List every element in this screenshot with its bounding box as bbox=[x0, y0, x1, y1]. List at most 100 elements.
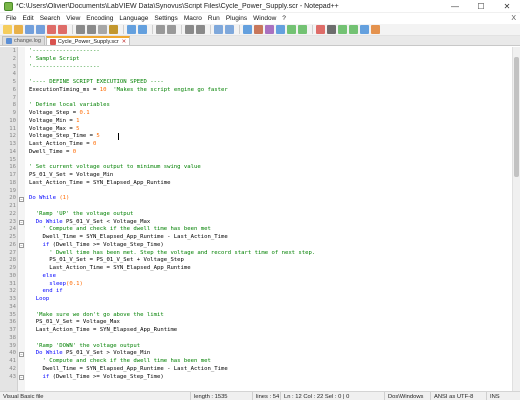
cut-icon[interactable] bbox=[87, 25, 96, 34]
code-line[interactable]: 32 end if bbox=[0, 288, 520, 296]
code-line[interactable]: 5 '---- DEFINE SCRIPT EXECUTION SPEED ---… bbox=[0, 79, 520, 87]
code-line[interactable]: 23 Do While PS_01_V_Set < Voltage_Max bbox=[0, 219, 520, 227]
fold-toggle-icon[interactable]: − bbox=[19, 375, 24, 380]
code-line[interactable]: 38 bbox=[0, 335, 520, 343]
code-line[interactable]: 24 ' Compute and check if the dwell time… bbox=[0, 226, 520, 234]
run-macro-icon[interactable] bbox=[349, 25, 358, 34]
spell-icon[interactable] bbox=[371, 25, 380, 34]
fold-toggle-icon[interactable]: − bbox=[19, 196, 24, 202]
redo-icon[interactable] bbox=[138, 25, 147, 34]
menu-plugins[interactable]: Plugins bbox=[223, 15, 250, 22]
close-tab-icon[interactable]: ✕ bbox=[122, 39, 127, 45]
menu-window[interactable]: Window bbox=[250, 15, 279, 22]
open-file-icon[interactable] bbox=[14, 25, 23, 34]
sync-v-icon[interactable] bbox=[214, 25, 223, 34]
save-icon[interactable] bbox=[25, 25, 34, 34]
close-all-icon[interactable] bbox=[58, 25, 67, 34]
code-line[interactable]: 19 bbox=[0, 188, 520, 196]
code-line[interactable]: 9 Voltage_Step = 0.1 bbox=[0, 110, 520, 118]
menu-edit[interactable]: Edit bbox=[19, 15, 36, 22]
code-line[interactable]: 27 ' Dwell time has been met. Step the v… bbox=[0, 250, 520, 258]
maximize-button[interactable]: ☐ bbox=[468, 0, 494, 13]
wrap-icon[interactable] bbox=[243, 25, 252, 34]
code-line[interactable]: 28 PS_01_V_Set = PS_01_V_Set + Voltage_S… bbox=[0, 257, 520, 265]
code-line[interactable]: 12 Voltage_Step_Time = 5 bbox=[0, 133, 520, 141]
code-line[interactable]: 14 Dwell_Time = 0 bbox=[0, 149, 520, 157]
close-window-button[interactable]: ✕ bbox=[494, 0, 520, 13]
all-chars-icon[interactable] bbox=[254, 25, 263, 34]
menu-file[interactable]: File bbox=[3, 15, 19, 22]
code-line[interactable]: 6 ExecutionTiming_ms = 10 'Makes the scri… bbox=[0, 87, 520, 95]
save-macro-icon[interactable] bbox=[360, 25, 369, 34]
replace-icon[interactable] bbox=[167, 25, 176, 34]
func-list-icon[interactable] bbox=[298, 25, 307, 34]
close-document-button[interactable]: X bbox=[511, 15, 516, 22]
code-line[interactable]: 17 PS_01_V_Set = Voltage_Min bbox=[0, 172, 520, 180]
code-line[interactable]: 34 bbox=[0, 304, 520, 312]
code-line[interactable]: 33 Loop bbox=[0, 296, 520, 304]
copy-icon[interactable] bbox=[98, 25, 107, 34]
code-line[interactable]: 13 Last_Action_Time = 0 bbox=[0, 141, 520, 149]
code-line[interactable]: 21 bbox=[0, 203, 520, 211]
menu-macro[interactable]: Macro bbox=[181, 15, 205, 22]
code-line[interactable]: 26 if (Dwell_Time >= Voltage_Step_Time) bbox=[0, 242, 520, 250]
code-line[interactable]: 1 '-------------------- bbox=[0, 48, 520, 56]
code-line[interactable]: 2 ' Sample Script bbox=[0, 56, 520, 64]
menu-search[interactable]: Search bbox=[37, 15, 64, 22]
tab-cycle-power-supply[interactable]: Cycle_Power_Supply.scr ✕ bbox=[45, 36, 131, 45]
code-line[interactable]: 35 'Make sure we don't go above the limi… bbox=[0, 312, 520, 320]
code-line[interactable]: 30 else bbox=[0, 273, 520, 281]
close-icon[interactable] bbox=[47, 25, 56, 34]
code-line[interactable]: 4 bbox=[0, 71, 520, 79]
play-macro-icon[interactable] bbox=[338, 25, 347, 34]
code-line[interactable]: 36 PS_01_V_Set = Voltage_Max bbox=[0, 319, 520, 327]
menu-settings[interactable]: Settings bbox=[151, 15, 181, 22]
code-line[interactable]: 41 ' Compute and check if the dwell time… bbox=[0, 358, 520, 366]
code-line[interactable]: 39 'Ramp 'DOWN' the voltage output bbox=[0, 343, 520, 351]
doc-map-icon[interactable] bbox=[287, 25, 296, 34]
fold-toggle-icon[interactable]: − bbox=[19, 220, 24, 225]
code-line[interactable]: 42 Dwell_Time = SYN_Elapsed_App_Runtime … bbox=[0, 366, 520, 374]
vertical-scrollbar[interactable] bbox=[512, 47, 520, 391]
code-line[interactable]: 20 Do While (1) bbox=[0, 195, 520, 203]
tab-change-log[interactable]: change.log bbox=[2, 36, 45, 45]
menu-view[interactable]: View bbox=[63, 15, 83, 22]
menu-help[interactable]: ? bbox=[279, 15, 289, 22]
minimize-button[interactable]: — bbox=[442, 0, 468, 13]
paste-icon[interactable] bbox=[109, 25, 118, 34]
menu-encoding[interactable]: Encoding bbox=[83, 15, 116, 22]
code-line[interactable]: 37 Last_Action_Time = SYN_Elapsed_App_Ru… bbox=[0, 327, 520, 335]
menu-run[interactable]: Run bbox=[205, 15, 223, 22]
code-line[interactable]: 11 Voltage_Max = 5 bbox=[0, 126, 520, 134]
menu-language[interactable]: Language bbox=[116, 15, 151, 22]
code-line[interactable]: 3 '-------------------- bbox=[0, 64, 520, 72]
code-line[interactable]: 29 Last_Action_Time = SYN_Elapsed_App_Ru… bbox=[0, 265, 520, 273]
code-line[interactable]: 7 bbox=[0, 95, 520, 103]
code-line[interactable]: 40 Do While PS_01_V_Set > Voltage_Min bbox=[0, 350, 520, 358]
code-line[interactable]: 43 if (Dwell_Time >= Voltage_Step_Time) bbox=[0, 374, 520, 382]
zoom-in-icon[interactable] bbox=[185, 25, 194, 34]
undo-icon[interactable] bbox=[127, 25, 136, 34]
record-macro-icon[interactable] bbox=[316, 25, 325, 34]
new-file-icon[interactable] bbox=[3, 25, 12, 34]
find-icon[interactable] bbox=[156, 25, 165, 34]
lang-icon[interactable] bbox=[276, 25, 285, 34]
code-line[interactable]: 15 bbox=[0, 157, 520, 165]
save-all-icon[interactable] bbox=[36, 25, 45, 34]
indent-guide-icon[interactable] bbox=[265, 25, 274, 34]
fold-toggle-icon[interactable]: − bbox=[19, 243, 24, 249]
sync-h-icon[interactable] bbox=[225, 25, 234, 34]
code-line[interactable]: 31 sleep(0.1) bbox=[0, 281, 520, 289]
code-line[interactable]: 10 Voltage_Min = 1 bbox=[0, 118, 520, 126]
stop-macro-icon[interactable] bbox=[327, 25, 336, 34]
code-line[interactable]: 18 Last_Action_Time = SYN_Elapsed_App_Run… bbox=[0, 180, 520, 188]
scrollbar-thumb[interactable] bbox=[514, 57, 519, 177]
code-line[interactable]: 16 ' Set current voltage output to minimu… bbox=[0, 164, 520, 172]
code-line[interactable]: 25 Dwell_Time = SYN_Elapsed_App_Runtime … bbox=[0, 234, 520, 242]
code-line[interactable]: 8 ' Define local variables bbox=[0, 102, 520, 110]
print-icon[interactable] bbox=[76, 25, 85, 34]
code-line[interactable]: 22 'Ramp 'UP' the voltage output bbox=[0, 211, 520, 219]
fold-toggle-icon[interactable]: − bbox=[19, 351, 24, 357]
zoom-out-icon[interactable] bbox=[196, 25, 205, 34]
code-editor[interactable]: 1 '-------------------- 2 ' Sample Script 3 '… bbox=[0, 47, 520, 391]
